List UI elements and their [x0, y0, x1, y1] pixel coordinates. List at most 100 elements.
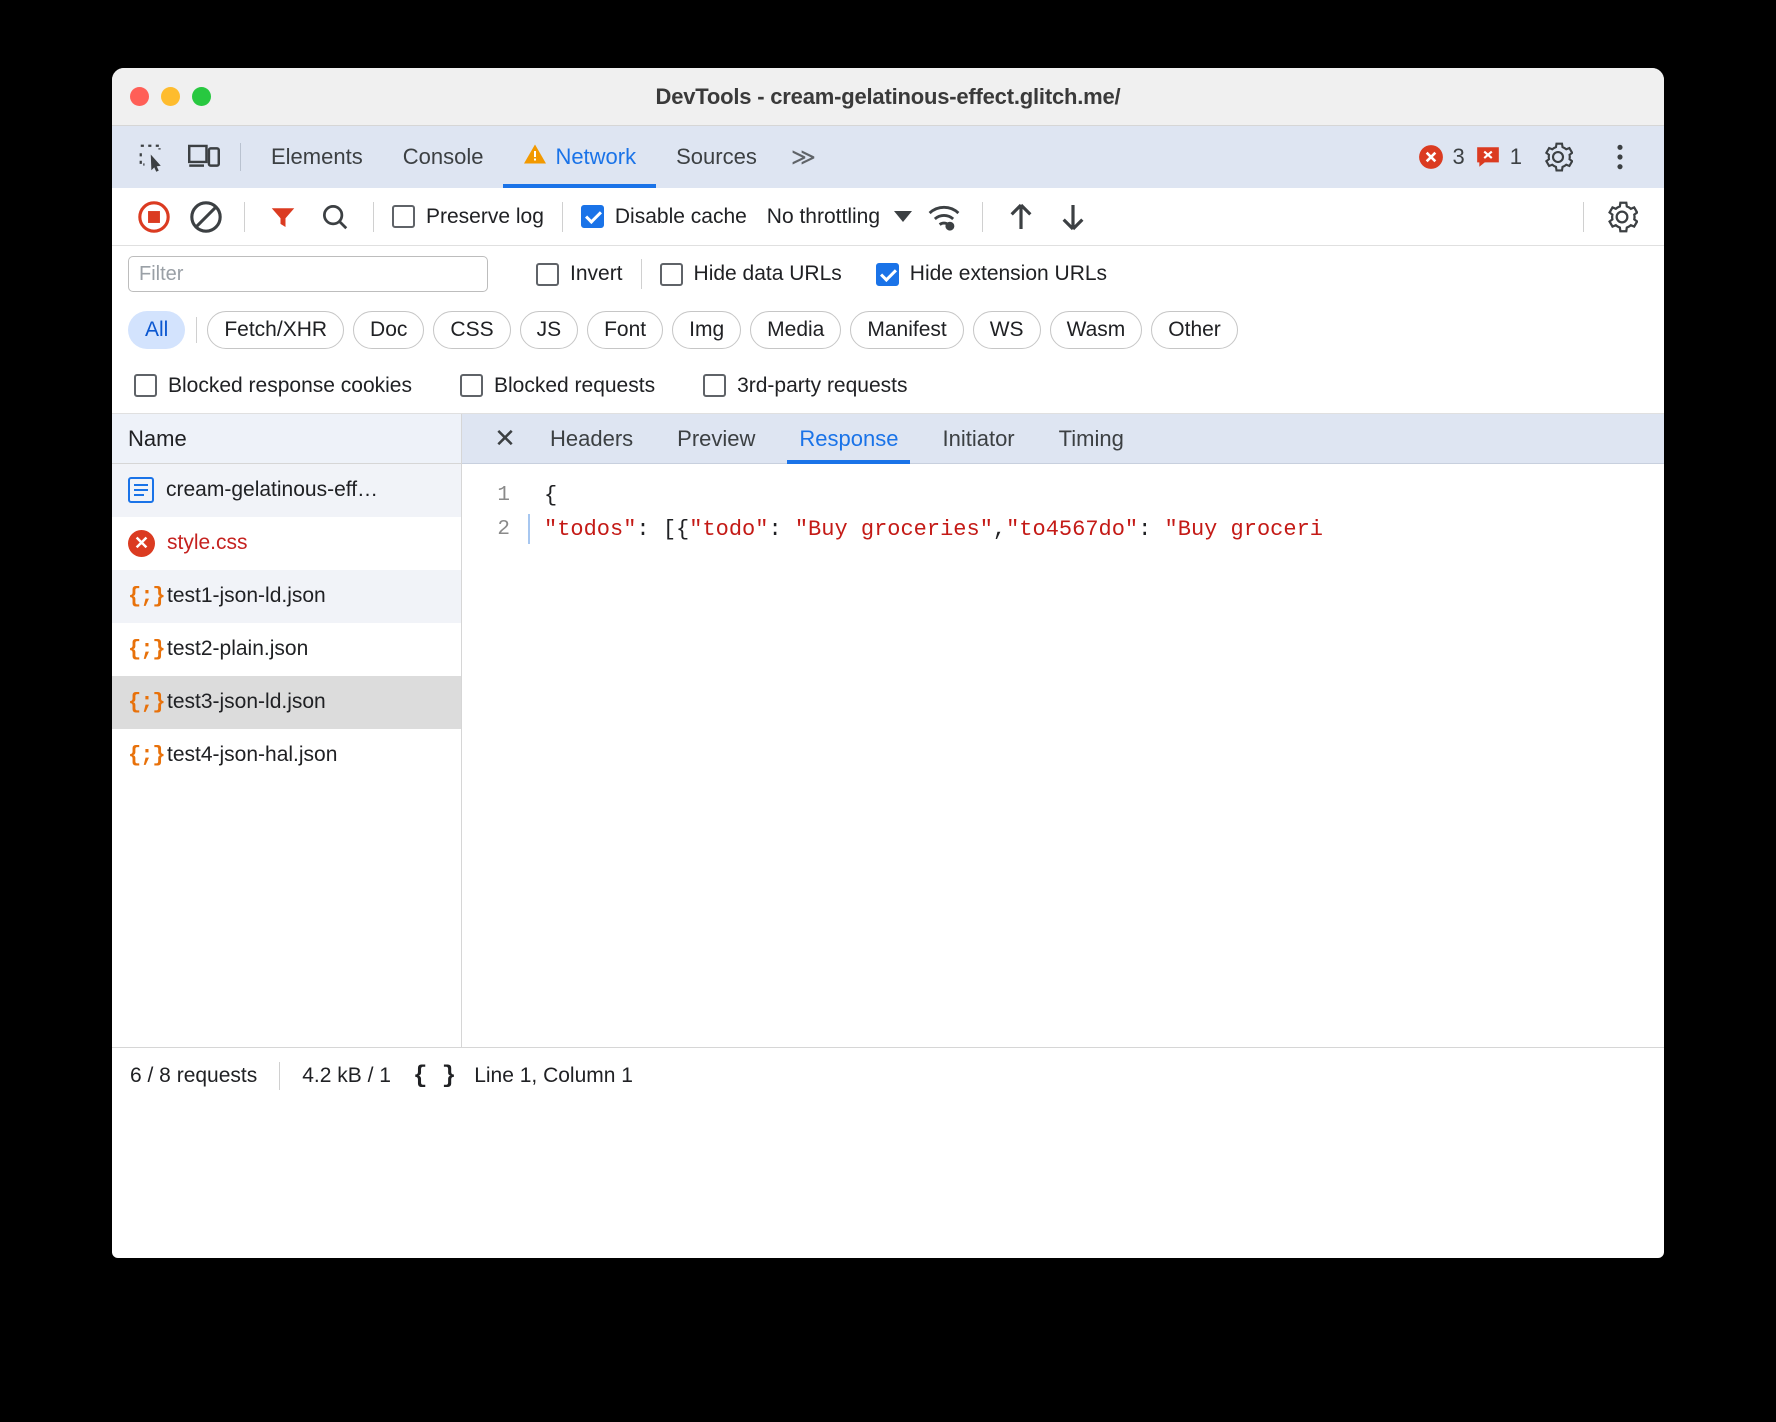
third-party-requests-box[interactable]: [703, 374, 727, 397]
table-row[interactable]: ✕ style.css: [112, 517, 461, 570]
json-value: "Buy groceries": [794, 516, 993, 542]
tab-preview[interactable]: Preview: [655, 414, 777, 464]
kebab-menu-icon[interactable]: [1594, 134, 1646, 180]
network-conditions-icon[interactable]: [918, 195, 970, 239]
requests-count: 6 / 8 requests: [130, 1064, 258, 1087]
inspect-element-icon[interactable]: [126, 134, 178, 180]
request-name: test3-json-ld.json: [167, 690, 326, 713]
request-name: test2-plain.json: [167, 637, 309, 660]
tab-initiator[interactable]: Initiator: [920, 414, 1036, 464]
type-filter-font[interactable]: Font: [587, 311, 664, 349]
tab-network[interactable]: Network: [503, 126, 656, 188]
chevron-down-icon: [894, 211, 913, 222]
tab-sources-label: Sources: [676, 144, 757, 169]
fold-guide: [528, 514, 544, 544]
type-filter-css[interactable]: CSS: [433, 311, 511, 349]
table-row[interactable]: {;} test3-json-ld.json: [112, 676, 461, 729]
blocked-requests-box[interactable]: [459, 374, 483, 397]
blocked-response-cookies-box[interactable]: [134, 374, 157, 397]
type-filter-fetch-xhr[interactable]: Fetch/XHR: [207, 311, 345, 349]
table-row[interactable]: {;} test2-plain.json: [112, 623, 461, 676]
export-har-icon[interactable]: [1047, 195, 1099, 239]
type-filter-doc[interactable]: Doc: [353, 311, 425, 349]
devtools-tabbar: Elements Console Network Sources ≫ 3 1: [112, 126, 1664, 188]
tab-response[interactable]: Response: [777, 414, 920, 464]
filter-funnel-icon[interactable]: [257, 195, 309, 239]
throttling-value: No throttling: [766, 204, 881, 228]
status-divider: [279, 1062, 281, 1090]
json-key: "todo": [689, 516, 769, 542]
issue-count-badge[interactable]: 1: [1475, 144, 1522, 170]
filter-input[interactable]: [128, 256, 488, 292]
column-header-name: Name: [128, 425, 187, 451]
import-har-icon[interactable]: [995, 195, 1047, 239]
blocked-requests-checkbox[interactable]: Blocked requests: [454, 374, 661, 398]
json-braces-icon: {;}: [128, 689, 166, 715]
tab-timing[interactable]: Timing: [1037, 414, 1146, 464]
tab-headers[interactable]: Headers: [528, 414, 655, 464]
type-filter-img[interactable]: Img: [672, 311, 742, 349]
blocked-response-cookies-checkbox[interactable]: Blocked response cookies: [128, 374, 418, 398]
message-error-icon: [1476, 147, 1499, 167]
hide-extension-urls-checkbox[interactable]: Hide extension URLs: [870, 262, 1113, 286]
type-filter-ws[interactable]: WS: [972, 311, 1041, 349]
network-settings-gear-icon[interactable]: [1596, 195, 1648, 239]
third-party-requests-checkbox[interactable]: 3rd-party requests: [697, 374, 913, 398]
more-tabs-icon[interactable]: ≫: [777, 143, 830, 172]
preserve-log-checkbox[interactable]: Preserve log: [386, 205, 550, 229]
toolbar-divider: [244, 201, 245, 232]
throttling-dropdown[interactable]: No throttling: [753, 205, 918, 229]
toolbar-divider-4: [982, 201, 984, 232]
status-bar: 6 / 8 requests 4.2 kB / 1 { } Line 1, Co…: [112, 1048, 1664, 1104]
request-name: cream-gelatinous-eff…: [166, 478, 379, 501]
tab-console-label: Console: [402, 144, 484, 169]
json-value: "Buy groceri: [1164, 516, 1323, 542]
request-list-header[interactable]: Name: [112, 414, 461, 464]
blocked-filters-row: Blocked response cookies Blocked request…: [112, 358, 1664, 414]
json-key: "todos": [544, 516, 637, 542]
type-filter-all[interactable]: All: [128, 311, 186, 349]
toolbar-divider-3: [561, 201, 563, 232]
json-braces-icon: {;}: [128, 636, 166, 662]
window-titlebar: DevTools - cream-gelatinous-effect.glitc…: [112, 68, 1664, 126]
window-title: DevTools - cream-gelatinous-effect.glitc…: [655, 83, 1121, 109]
tab-console[interactable]: Console: [383, 126, 504, 188]
search-icon[interactable]: [309, 195, 361, 239]
hide-extension-urls-box[interactable]: [875, 262, 899, 286]
error-circle-icon: ✕: [128, 529, 155, 557]
type-filter-divider: [196, 317, 198, 343]
issue-count-value: 1: [1509, 144, 1522, 169]
tab-elements[interactable]: Elements: [251, 126, 383, 188]
device-toolbar-icon[interactable]: [178, 134, 230, 180]
error-count-badge[interactable]: 3: [1418, 144, 1465, 170]
preserve-log-label: Preserve log: [426, 204, 544, 228]
invert-box[interactable]: [536, 262, 559, 286]
close-icon[interactable]: ✕: [482, 414, 528, 464]
record-button[interactable]: [128, 195, 180, 239]
type-filter-manifest[interactable]: Manifest: [850, 311, 964, 349]
table-row[interactable]: cream-gelatinous-eff…: [112, 464, 461, 517]
json-key: "to4567do": [1006, 516, 1139, 542]
hide-data-urls-box[interactable]: [659, 262, 683, 286]
line-number: 2: [497, 517, 510, 541]
type-filter-wasm[interactable]: Wasm: [1049, 311, 1143, 349]
gear-icon[interactable]: [1532, 134, 1584, 180]
pretty-print-braces-icon[interactable]: { }: [413, 1063, 474, 1090]
response-code-viewer[interactable]: 1 { 2 "todos": [{"todo": "Buy groceries"…: [462, 464, 1664, 1047]
devtools-window: DevTools - cream-gelatinous-effect.glitc…: [112, 68, 1664, 1258]
table-row[interactable]: {;} test4-json-hal.json: [112, 729, 461, 782]
preserve-log-box[interactable]: [392, 205, 415, 228]
hide-data-urls-checkbox[interactable]: Hide data URLs: [654, 262, 848, 286]
tab-sources[interactable]: Sources: [656, 126, 777, 188]
screen: DevTools - cream-gelatinous-effect.glitc…: [0, 0, 1776, 1422]
type-filter-media[interactable]: Media: [750, 311, 842, 349]
table-row[interactable]: {;} test1-json-ld.json: [112, 570, 461, 623]
invert-checkbox[interactable]: Invert: [530, 262, 629, 286]
disable-cache-checkbox[interactable]: Disable cache: [575, 205, 753, 229]
network-main-area: Name cream-gelatinous-eff… ✕ style.css {…: [112, 414, 1664, 1048]
type-filter-other[interactable]: Other: [1151, 311, 1238, 349]
clear-button[interactable]: [180, 195, 232, 239]
cursor-position: Line 1, Column 1: [474, 1064, 633, 1087]
type-filter-js[interactable]: JS: [519, 311, 579, 349]
disable-cache-box[interactable]: [580, 205, 604, 228]
